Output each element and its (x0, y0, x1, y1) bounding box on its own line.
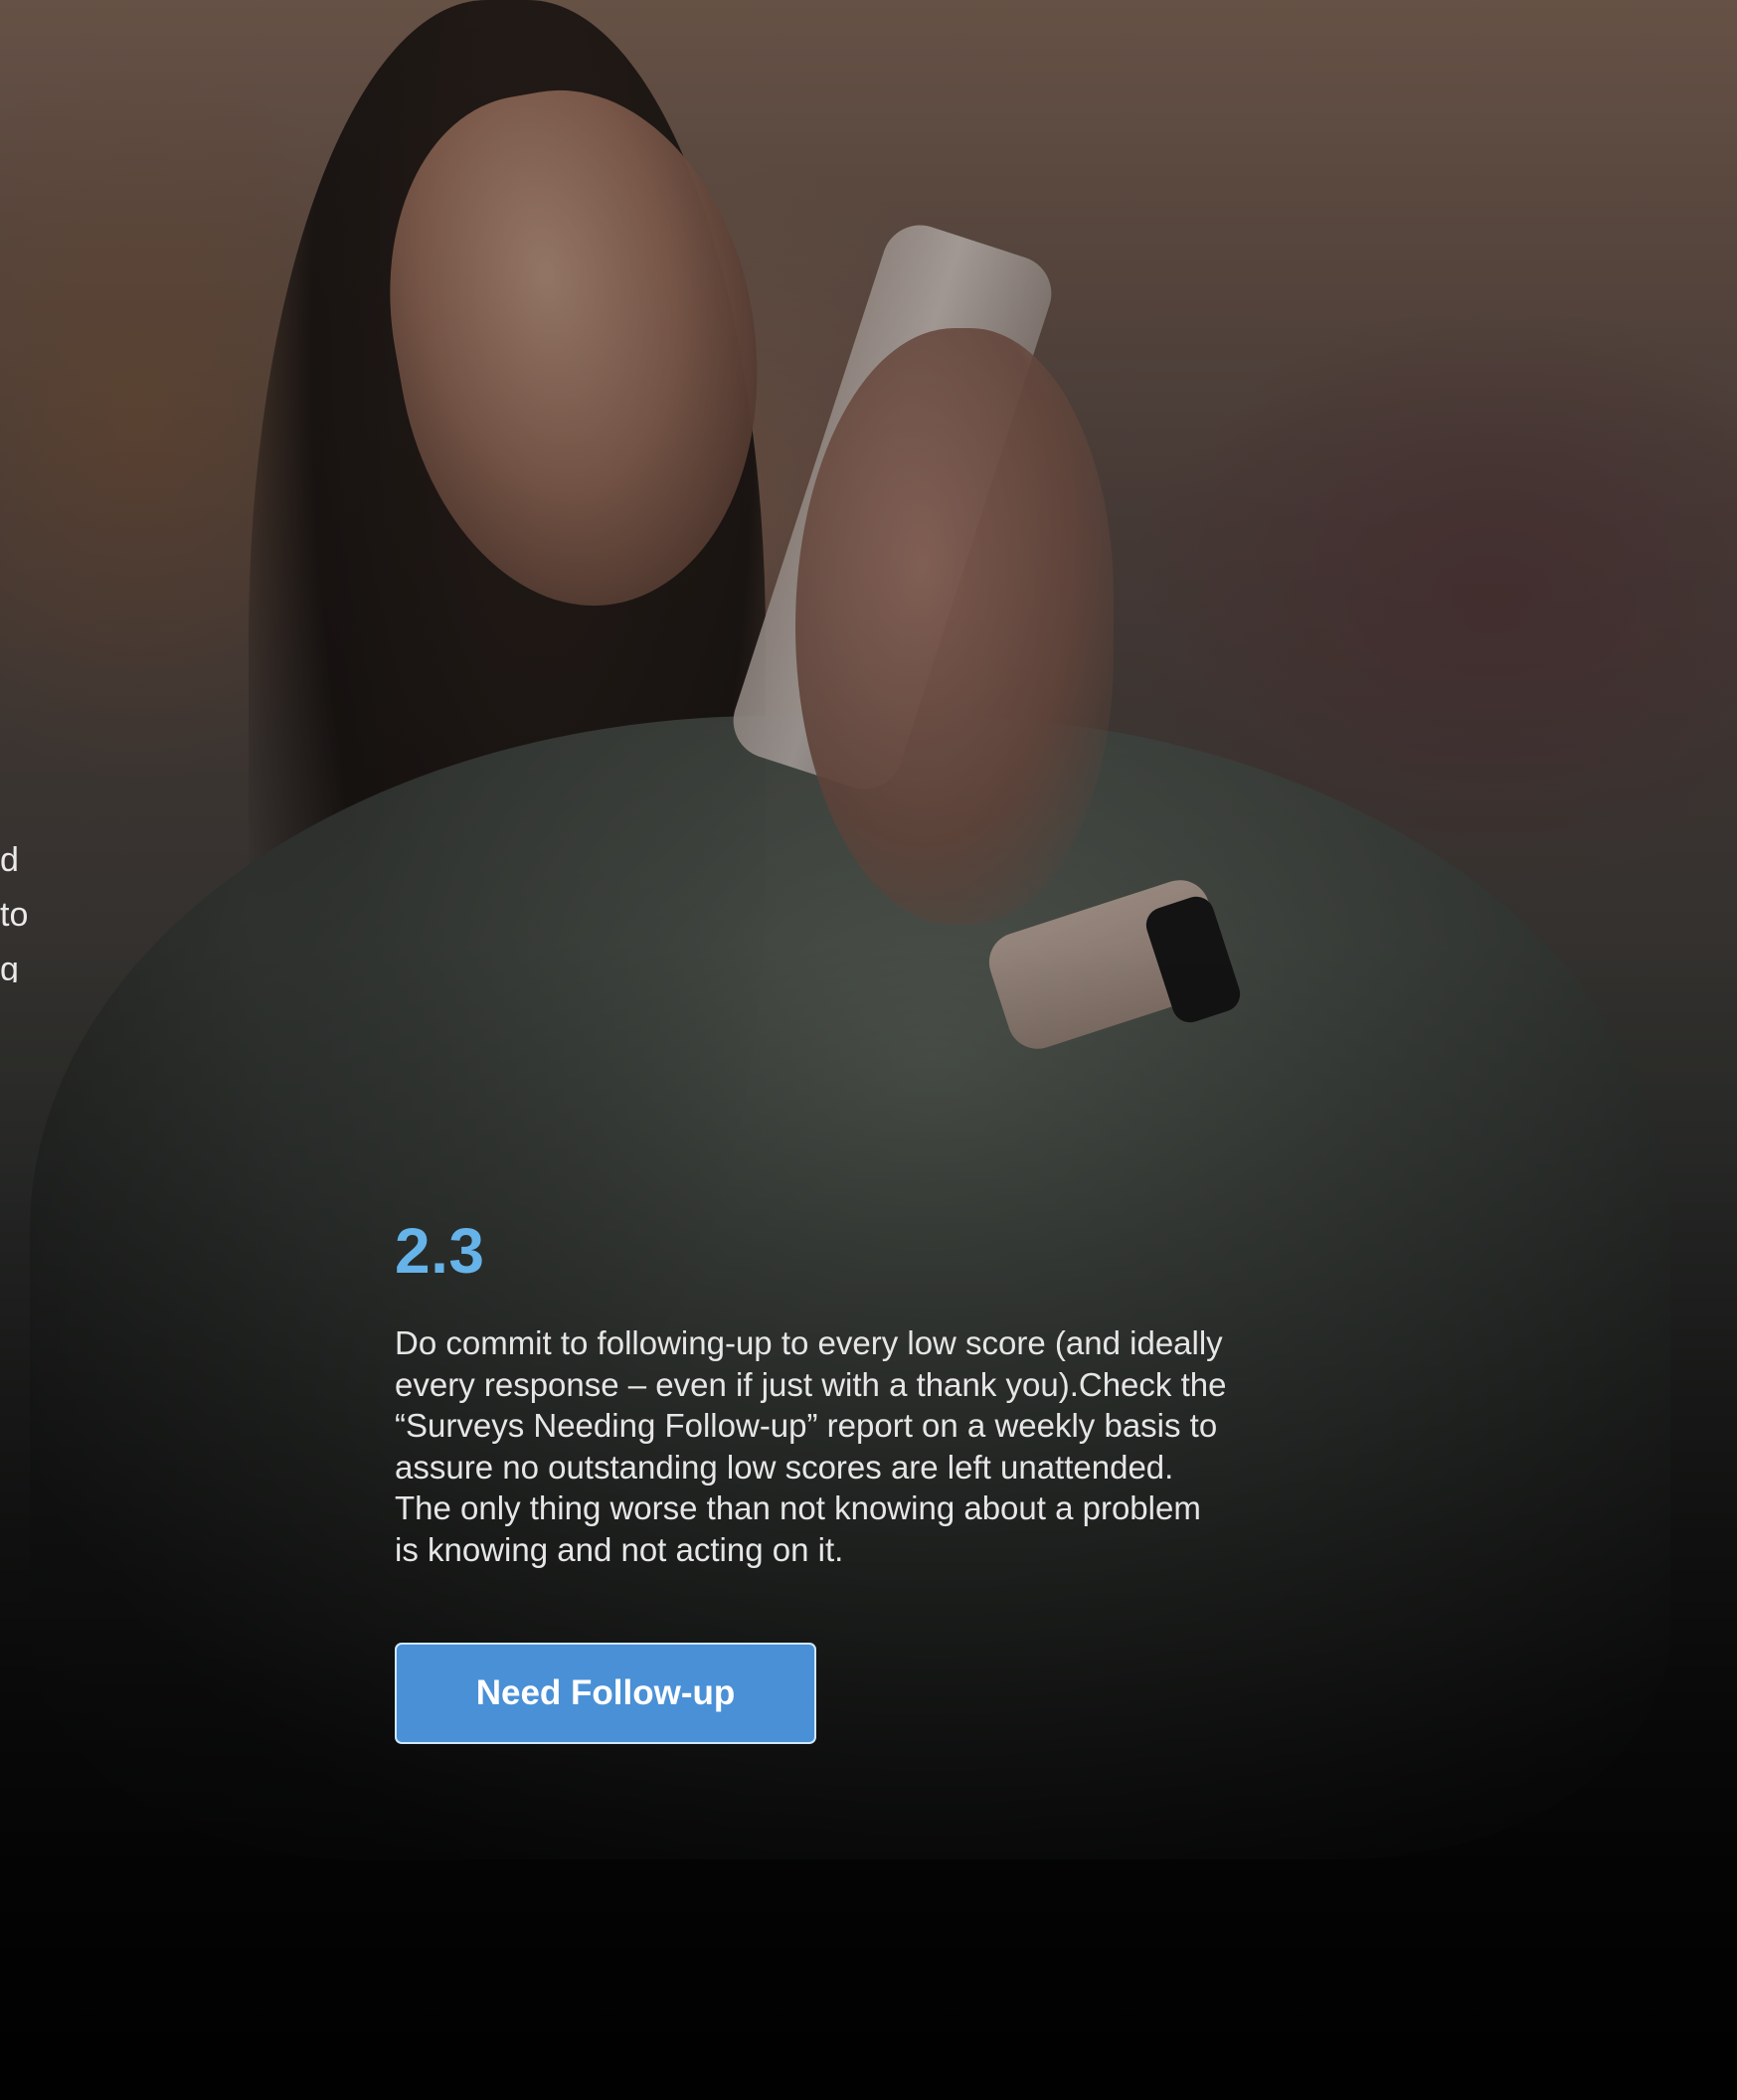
left-partial-line: to (0, 896, 29, 934)
body-line: assure no outstanding low scores are lef… (395, 1448, 1174, 1486)
body-paragraph: Do commit to following-up to every low s… (395, 1322, 1399, 1570)
hero-section: d to g 2.3 Do commit to following-up to … (0, 0, 1737, 2100)
body-line: every response – even if just with a tha… (395, 1365, 1227, 1403)
body-line: “Surveys Needing Follow-up” report on a … (395, 1407, 1218, 1444)
body-line: is knowing and not acting on it. (395, 1530, 844, 1568)
need-follow-up-button[interactable]: Need Follow-up (395, 1643, 816, 1744)
content-block: 2.3 Do commit to following-up to every l… (395, 1219, 1399, 1570)
body-line: The only thing worse than not knowing ab… (395, 1489, 1201, 1526)
section-number: 2.3 (395, 1215, 485, 1287)
dark-overlay (0, 0, 1737, 2100)
left-partial-text: d to g (0, 833, 60, 982)
body-line: Do commit to following-up to every low s… (395, 1324, 1223, 1361)
left-partial-line: d (0, 841, 19, 879)
left-partial-line: g (0, 951, 19, 982)
